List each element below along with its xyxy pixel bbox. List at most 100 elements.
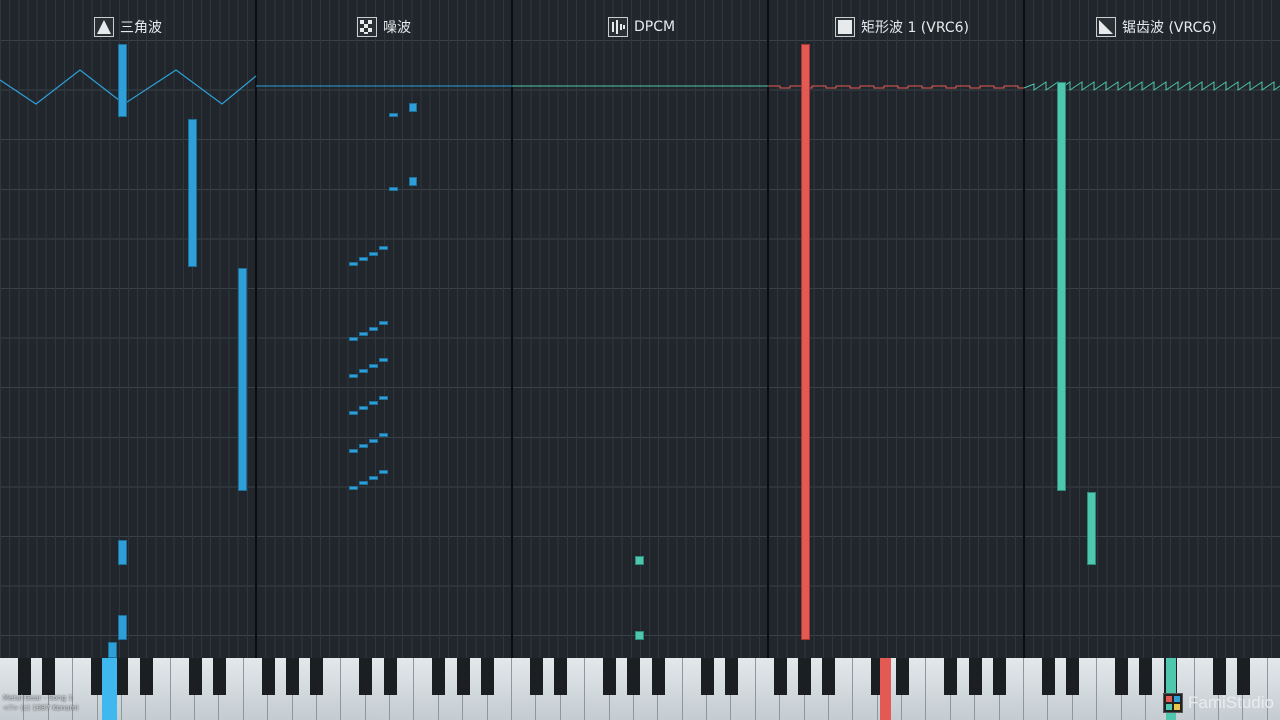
piano-black-key xyxy=(188,658,202,695)
channel-name: 三角波 xyxy=(120,20,162,36)
note-bar xyxy=(379,470,388,474)
piano-black-key xyxy=(554,658,568,695)
note-bar xyxy=(379,246,388,250)
note-bar xyxy=(369,364,378,368)
piano-black-key xyxy=(1139,658,1153,695)
piano-black-key xyxy=(968,658,982,695)
dpcm-icon xyxy=(608,17,628,37)
piano-black-key xyxy=(310,658,324,695)
note-bar xyxy=(409,103,417,112)
note-bar xyxy=(349,337,358,341)
note-bar xyxy=(359,332,368,336)
piano-keyboard xyxy=(0,658,1280,720)
note-bar xyxy=(369,401,378,405)
channel-header-dpcm[interactable]: DPCM xyxy=(608,14,675,40)
piano-black-key xyxy=(432,658,446,695)
song-title: Metal Gear - Song 1 xyxy=(3,694,73,702)
piano-black-key xyxy=(1212,658,1226,695)
piano-black-key xyxy=(1236,658,1250,695)
channel-name: 矩形波 1 (VRC6) xyxy=(861,20,970,36)
note-bar xyxy=(359,481,368,485)
note-bar xyxy=(359,406,368,410)
piano-black-key xyxy=(627,658,641,695)
channel-header-sawtooth-vrc6[interactable]: 锯齿波 (VRC6) xyxy=(1096,14,1217,40)
channel-header-triangle[interactable]: 三角波 xyxy=(94,14,162,40)
piano-black-key xyxy=(481,658,495,695)
piano-black-key xyxy=(724,658,738,695)
note-bar xyxy=(349,262,358,266)
piano-black-key xyxy=(993,658,1007,695)
piano-black-key xyxy=(1115,658,1129,695)
note-bar xyxy=(379,321,388,325)
piano-black-key xyxy=(115,658,129,695)
note-bar xyxy=(118,540,127,565)
note-bar xyxy=(349,486,358,490)
piano-black-key xyxy=(261,658,275,695)
piano-black-key xyxy=(895,658,909,695)
note-bar xyxy=(369,252,378,256)
note-bar xyxy=(349,411,358,415)
square-wave-icon xyxy=(835,17,855,37)
note-bar xyxy=(635,556,644,565)
piano-black-key xyxy=(359,658,373,695)
piano-black-key xyxy=(773,658,787,695)
famistudio-visualizer: 三角波 噪波 DPCM 矩形波 1 (VRC6) 锯齿波 (VRC6) Meta… xyxy=(0,0,1280,720)
note-bar xyxy=(409,177,417,186)
piano-black-key xyxy=(1041,658,1055,695)
song-info: Metal Gear - Song 1 <?> (c) 1987 Konami xyxy=(3,693,78,713)
note-bar xyxy=(359,369,368,373)
piano-black-key xyxy=(286,658,300,695)
note-bar xyxy=(1087,492,1096,565)
channel-header-square-vrc6[interactable]: 矩形波 1 (VRC6) xyxy=(835,14,969,40)
channel-header-noise[interactable]: 噪波 xyxy=(357,14,411,40)
note-bar xyxy=(635,631,644,640)
note-bar xyxy=(359,444,368,448)
noise-icon xyxy=(357,17,377,37)
note-bar xyxy=(369,327,378,331)
note-bar xyxy=(369,439,378,443)
song-copyright: <?> (c) 1987 Konami xyxy=(3,704,79,712)
brand-watermark: FamiStudio xyxy=(1163,691,1274,715)
note-bar xyxy=(349,374,358,378)
note-bar xyxy=(801,44,810,640)
oscilloscope-waves xyxy=(0,69,1280,105)
piano-black-key xyxy=(139,658,153,695)
piano-black-key xyxy=(212,658,226,695)
piano-black-key xyxy=(42,658,56,695)
note-bar xyxy=(1057,82,1066,491)
triangle-waveform xyxy=(0,69,257,105)
piano-black-key xyxy=(651,658,665,695)
note-bar xyxy=(389,187,398,191)
piano-black-key xyxy=(944,658,958,695)
note-bar xyxy=(188,119,197,267)
piano-black-key xyxy=(529,658,543,695)
note-bar xyxy=(238,268,247,491)
note-bar xyxy=(369,476,378,480)
piano-black-key xyxy=(798,658,812,695)
note-bar xyxy=(379,433,388,437)
channel-name: DPCM xyxy=(634,19,676,35)
active-key-square xyxy=(880,658,891,720)
note-bar xyxy=(108,642,117,658)
piano-black-key xyxy=(1066,658,1080,695)
piano-black-key xyxy=(17,658,31,695)
piano-black-key xyxy=(700,658,714,695)
piano-black-key xyxy=(822,658,836,695)
note-bar xyxy=(379,396,388,400)
famistudio-logo-icon xyxy=(1163,693,1184,713)
piano-black-key xyxy=(603,658,617,695)
note-bar xyxy=(118,44,127,117)
channel-name: 噪波 xyxy=(383,20,411,36)
brand-name: FamiStudio xyxy=(1188,693,1274,712)
triangle-wave-icon xyxy=(94,17,114,37)
note-bar xyxy=(389,113,398,117)
note-bar xyxy=(359,257,368,261)
piano-black-key xyxy=(456,658,470,695)
sawtooth-wave-icon xyxy=(1096,17,1116,37)
note-bar xyxy=(379,358,388,362)
channel-name: 锯齿波 (VRC6) xyxy=(1122,20,1217,36)
note-bar xyxy=(118,615,127,640)
piano-black-key xyxy=(383,658,397,695)
active-key-triangle xyxy=(102,658,117,720)
note-bar xyxy=(349,449,358,453)
